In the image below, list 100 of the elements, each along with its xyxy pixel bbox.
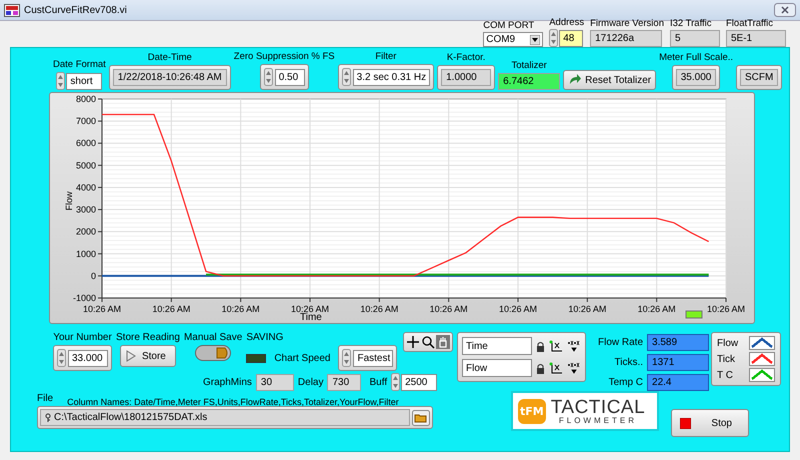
format-icon[interactable] (567, 362, 581, 374)
your-number-field[interactable]: 33.000 (68, 350, 108, 366)
autoscale-icon[interactable] (549, 362, 563, 374)
x-tick-label: 10:26 AM (82, 304, 122, 314)
field-label: Totalizer (511, 60, 547, 71)
logo-subtitle: FLOWMETER (558, 416, 637, 424)
reset-totalizer-button[interactable]: Reset Totalizer (563, 70, 656, 90)
y-tick-label: 2000 (76, 226, 96, 237)
readout-label: Ticks.. (614, 357, 644, 368)
field-label: COM PORT (483, 20, 534, 31)
field-label: Date-Time (148, 52, 192, 63)
readout-value: 1371 (647, 354, 710, 371)
readout-value: 171226a (590, 30, 662, 47)
spin-buttons[interactable] (549, 29, 558, 47)
readout-label: Temp C (608, 377, 644, 388)
saving-label: SAVING (246, 332, 284, 343)
zoom-icon[interactable] (421, 335, 436, 349)
x-tick-label: 10:26 AM (706, 304, 746, 314)
y-tick-label: 4000 (76, 182, 96, 192)
y-tick-label: 1000 (76, 248, 96, 259)
buff-field[interactable]: 2500 (401, 374, 438, 390)
file-path-field[interactable]: C:\TacticalFlow\180121575DAT.xls (40, 409, 410, 426)
manual-save-toggle[interactable] (195, 345, 232, 361)
y-tick-label: 7000 (76, 116, 96, 126)
numeric-field[interactable]: 0.50 (274, 68, 305, 86)
x-tick-label: 10:26 AM (430, 304, 468, 314)
readout-value: 22.4 (647, 374, 710, 391)
chart-speed-field[interactable]: Fastest (353, 350, 394, 366)
x-tick-label: 10:26 AM (568, 304, 606, 314)
axis-name-field[interactable]: Time (462, 337, 532, 355)
readout-value: 1.0000 (441, 69, 492, 86)
path-icon (45, 412, 51, 422)
autoscale-icon[interactable] (549, 340, 563, 352)
x-tick-label: 10:26 AM (152, 304, 190, 314)
store-button[interactable]: Store (120, 345, 176, 367)
logo-mark: tFM (518, 398, 546, 424)
field-label: Delay (298, 376, 324, 388)
spin-buttons[interactable] (264, 68, 273, 86)
axis-name-field[interactable]: Flow (462, 359, 532, 377)
logo-name: TACTICAL (550, 398, 646, 416)
readout-value: 5E-1 (726, 30, 786, 47)
field-label: Firmware Version (590, 18, 664, 29)
numeric-field[interactable]: 3.2 sec 0.31 Hz (352, 68, 430, 86)
readout-value: 3.589 (647, 334, 710, 351)
address-field[interactable]: 48 (559, 30, 584, 46)
readout-label: Flow Rate (598, 337, 644, 348)
x-axis-title: Time (300, 312, 322, 323)
y-tick-label: 6000 (76, 138, 96, 148)
field-label: FloatTraffic (726, 18, 773, 29)
browse-folder-icon[interactable] (412, 410, 430, 426)
y-tick-label: 3000 (76, 204, 96, 215)
field-label: Manual Save (184, 332, 242, 343)
field-label: Filter (375, 51, 396, 62)
readout-value: 35.000 (676, 69, 716, 86)
lock-icon[interactable] (536, 362, 545, 374)
graph-mins-value: 30 (256, 374, 294, 390)
format-icon[interactable] (567, 340, 581, 352)
readout-value: 1/22/2018-10:26:48 AM (112, 69, 227, 86)
legend-label: Tick (717, 354, 735, 364)
y-tick-label: 8000 (76, 94, 96, 104)
x-tick-label: 10:26 AM (638, 304, 676, 314)
field-label: Chart Speed (274, 352, 330, 364)
legend-label: T C (717, 370, 733, 380)
legend-label: Flow (717, 338, 738, 348)
dropdown-arrow-icon[interactable] (530, 34, 540, 44)
delay-value: 730 (327, 374, 362, 390)
field-label: File (37, 393, 54, 404)
spin-buttons[interactable] (342, 349, 352, 367)
y-tick-label: 0 (90, 270, 96, 281)
date-format-field[interactable]: short (66, 72, 102, 90)
x-tick-label: 10:26 AM (222, 304, 260, 314)
readout-value: SCFM (740, 69, 778, 86)
totalizer-value: 6.7462 (498, 73, 560, 90)
app-icon (4, 4, 20, 16)
field-label: Your Number (53, 332, 112, 343)
field-label: K-Factor. (446, 52, 486, 63)
readout-value: 5 (670, 30, 720, 47)
field-label: Date Format (53, 59, 106, 70)
spin-buttons[interactable] (56, 72, 66, 90)
spin-buttons[interactable] (342, 68, 351, 86)
y-tick-label: 5000 (76, 160, 96, 170)
y-axis-title: Flow (64, 191, 74, 210)
spin-buttons[interactable] (391, 373, 400, 391)
play-icon (126, 350, 136, 362)
stop-button[interactable]: Stop (671, 409, 749, 437)
close-icon[interactable] (774, 3, 796, 17)
window-title: CustCurveFitRev708.vi (24, 4, 128, 16)
field-label: Zero Suppression % FS (234, 51, 335, 62)
spin-buttons[interactable] (57, 349, 66, 367)
curved-arrow-icon (568, 74, 582, 86)
crosshair-icon[interactable] (406, 335, 420, 349)
x-tick-label: 10:26 AM (498, 304, 538, 314)
field-label: Meter Full Scale.. (659, 52, 734, 63)
column-names-text: Column Names: Date/Time,Meter FS,Units,FlowRate,Ticks,Totalizer,YourFlow,Filter (67, 397, 399, 407)
x-tick-label: 10:26 AM (360, 304, 398, 314)
field-label: Address (549, 17, 584, 28)
lock-icon[interactable] (536, 340, 545, 352)
com-port-dropdown[interactable]: COM9 (483, 32, 544, 47)
y-tick-label: -1000 (72, 293, 96, 303)
field-label: Store Reading (116, 332, 180, 343)
